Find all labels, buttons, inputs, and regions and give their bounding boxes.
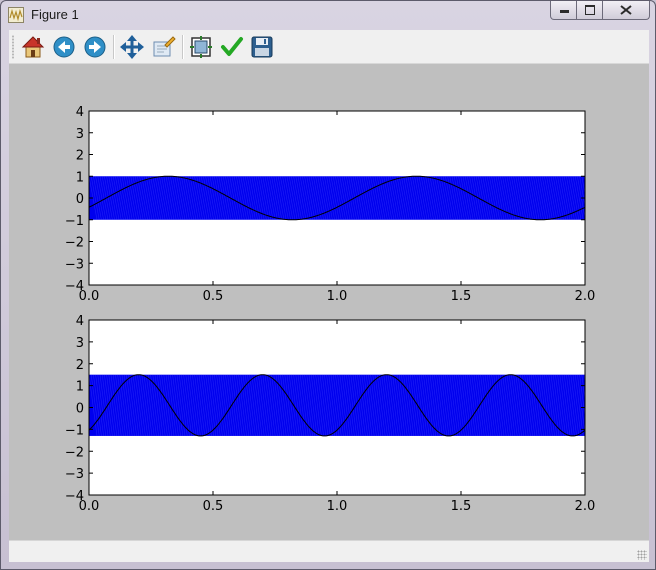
window-title: Figure 1 — [31, 7, 79, 22]
x-tick-label: 1.0 — [327, 499, 348, 514]
x-tick-label: 1.5 — [451, 289, 472, 304]
minimize-icon — [560, 10, 569, 13]
y-tick-label: −4 — [65, 489, 84, 504]
x-tick-label: 1.0 — [327, 289, 348, 304]
y-tick-label: −2 — [65, 236, 84, 251]
y-tick-label: −3 — [65, 257, 84, 272]
x-tick-label: 0.5 — [203, 499, 224, 514]
pan-button[interactable] — [120, 35, 144, 59]
zoom-button[interactable] — [152, 35, 176, 59]
close-button[interactable] — [603, 1, 650, 20]
x-tick-label: 0.5 — [203, 289, 224, 304]
home-icon — [21, 36, 45, 58]
client-area: 0.0 0.5 1.0 1.5 2.0 4 3 2 1 0 −1 −2 −3 −4 0.0 0.5 1.0 1.5… — [9, 30, 649, 562]
back-button[interactable] — [52, 35, 76, 59]
x-tick-label: 1.5 — [451, 499, 472, 514]
close-icon — [620, 5, 632, 15]
status-bar — [9, 540, 649, 562]
toolbar-separator — [182, 35, 184, 59]
toolbar-grip[interactable] — [12, 35, 14, 59]
y-tick-label: 3 — [76, 127, 84, 142]
y-tick-label: −4 — [65, 279, 84, 294]
y-tick-label: 4 — [76, 105, 84, 120]
y-tick-label: 0 — [76, 402, 84, 417]
configure-subplots-icon — [190, 36, 212, 58]
edit-axis-button[interactable] — [220, 35, 244, 59]
y-tick-label: 4 — [76, 314, 84, 329]
home-button[interactable] — [21, 35, 45, 59]
y-tick-label: −2 — [65, 445, 84, 460]
navigation-toolbar — [9, 30, 649, 64]
figure-window: Figure 1 0.0 0.5 1.0 1.5 2.0 4 3 2 1 0 −… — [0, 0, 656, 570]
y-tick-label: 3 — [76, 336, 84, 351]
save-button[interactable] — [250, 35, 274, 59]
y-tick-label: 1 — [76, 170, 84, 185]
y-tick-label: 2 — [76, 149, 84, 164]
x-tick-label: 2.0 — [575, 499, 596, 514]
y-tick-label: 0 — [76, 192, 84, 207]
forward-button[interactable] — [83, 35, 107, 59]
subplots-button[interactable] — [189, 35, 213, 59]
title-bar[interactable]: Figure 1 — [1, 1, 655, 29]
x-tick-label: 2.0 — [575, 289, 596, 304]
y-tick-label: −3 — [65, 467, 84, 482]
maximize-button[interactable] — [577, 1, 603, 20]
y-tick-label: 1 — [76, 380, 84, 395]
y-tick-label: −1 — [65, 423, 84, 438]
floppy-disk-icon — [251, 36, 273, 58]
checkmark-icon — [221, 37, 243, 56]
arrow-right-icon — [84, 36, 106, 58]
minimize-button[interactable] — [550, 1, 577, 20]
y-tick-label: −1 — [65, 214, 84, 229]
figure-svg: 0.0 0.5 1.0 1.5 2.043210−1−2−3−40.0 0.5 1.0 1.5… — [65, 105, 596, 514]
y-tick-label: 2 — [76, 358, 84, 373]
zoom-rect-icon — [153, 36, 176, 57]
move-arrows-icon — [120, 35, 144, 59]
toolbar-separator — [113, 35, 115, 59]
figure-canvas[interactable]: 0.0 0.5 1.0 1.5 2.0 4 3 2 1 0 −1 −2 −3 −4 0.0 0.5 1.0 1.5… — [9, 64, 649, 540]
matplotlib-figure-icon — [8, 7, 24, 23]
arrow-left-icon — [53, 36, 75, 58]
maximize-icon — [585, 5, 595, 15]
resize-grip[interactable] — [637, 550, 647, 560]
